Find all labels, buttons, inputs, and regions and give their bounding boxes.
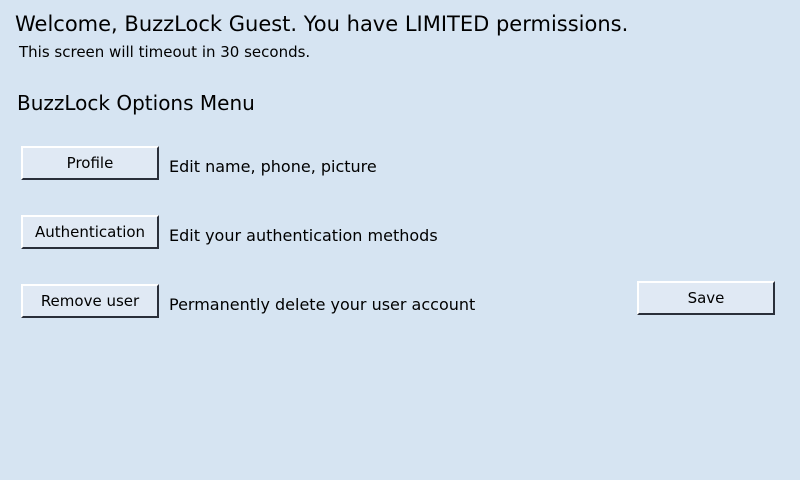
- save-button[interactable]: Save: [637, 281, 775, 315]
- authentication-button[interactable]: Authentication: [21, 215, 159, 249]
- welcome-message: Welcome, BuzzLock Guest. You have LIMITE…: [15, 12, 629, 36]
- authentication-description: Edit your authentication methods: [169, 226, 438, 245]
- profile-description: Edit name, phone, picture: [169, 157, 377, 176]
- remove-user-button[interactable]: Remove user: [21, 284, 159, 318]
- buzzlock-options-screen: Welcome, BuzzLock Guest. You have LIMITE…: [0, 0, 800, 480]
- profile-button[interactable]: Profile: [21, 146, 159, 180]
- menu-title: BuzzLock Options Menu: [17, 91, 255, 115]
- remove-user-description: Permanently delete your user account: [169, 295, 476, 314]
- timeout-notice: This screen will timeout in 30 seconds.: [19, 43, 311, 61]
